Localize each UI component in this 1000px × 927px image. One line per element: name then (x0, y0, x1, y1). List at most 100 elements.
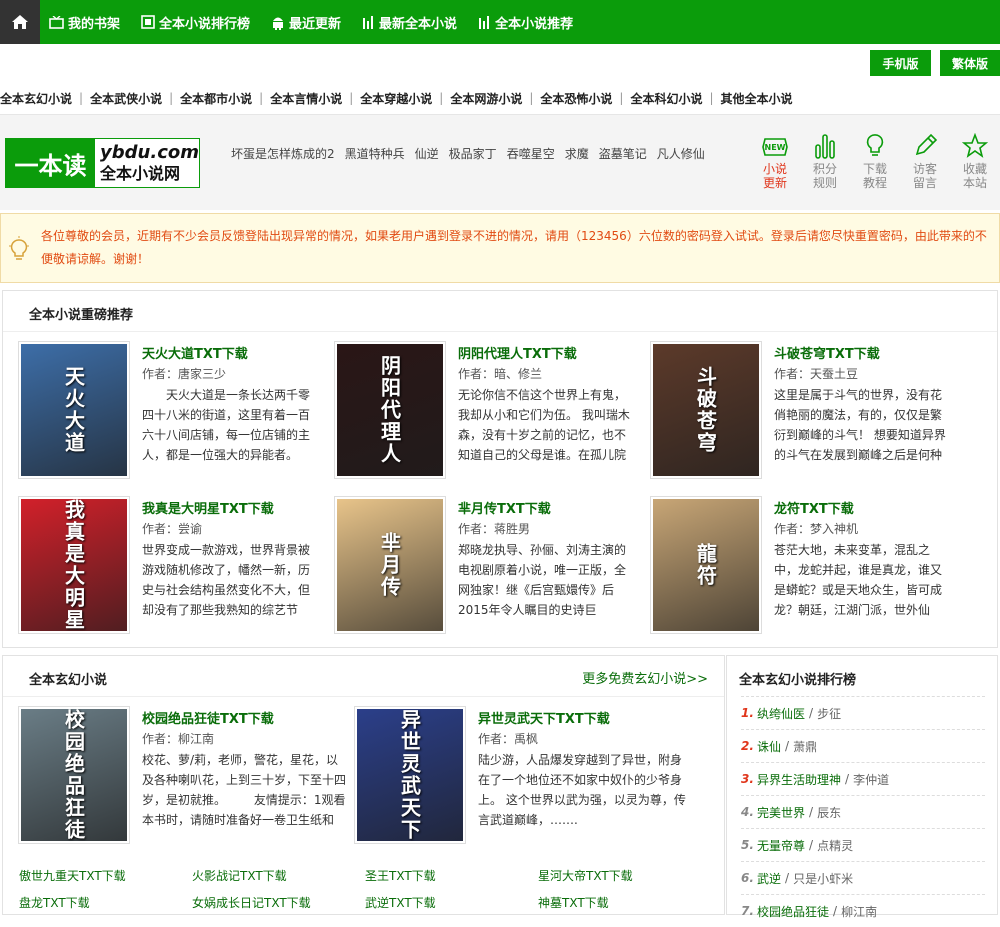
bars-icon (478, 15, 491, 29)
category-separator: | (259, 91, 264, 105)
quick-link-label: 收藏 (962, 162, 987, 176)
rank-number: 7. (741, 904, 754, 918)
nav-latest-complete[interactable]: 最新全本小说 (362, 13, 457, 32)
rank-title[interactable]: 无量帝尊 (757, 837, 805, 854)
category-link[interactable]: 全本网游小说 (450, 90, 522, 107)
book-title[interactable]: 我真是大明星TXT下载 (142, 498, 274, 517)
hot-link[interactable]: 仙逆 (415, 145, 439, 162)
rank-title[interactable]: 诛仙 (757, 738, 781, 755)
ranking-item[interactable]: 7. 校园绝品狂徒 / 柳江南 (741, 894, 985, 927)
category-link[interactable]: 全本言情小说 (270, 90, 342, 107)
book-title[interactable]: 阴阳代理人TXT下载 (458, 343, 577, 362)
cover-art-lettering: 我真是大明星 (61, 499, 86, 631)
cover-image: 芈月传 (337, 499, 443, 631)
book-cover[interactable]: 校园绝品狂徒 (18, 706, 130, 844)
book-title[interactable]: 校园绝品狂徒TXT下载 (142, 708, 274, 727)
book-title[interactable]: 天火大道TXT下载 (142, 343, 248, 362)
quick-link-label: 下载 (862, 162, 887, 176)
film-icon (141, 15, 155, 29)
nav-recent-updates[interactable]: 最近更新 (271, 13, 341, 32)
book-cover[interactable]: 我真是大明星 (18, 496, 130, 634)
rank-title[interactable]: 纨绔仙医 (757, 705, 805, 722)
book-author: 作者：蒋胜男 (458, 522, 531, 536)
book-link[interactable]: 傲世九重天TXT下载 (19, 867, 126, 884)
category-link[interactable]: 全本穿越小说 (360, 90, 432, 107)
quick-link-download-guide[interactable]: 下载 教程 (855, 129, 895, 190)
quick-link-points-rules[interactable]: 积分 规则 (805, 129, 845, 190)
ranking-item[interactable]: 2. 诛仙 / 萧鼎 (741, 729, 985, 762)
category-link[interactable]: 全本恐怖小说 (540, 90, 612, 107)
quick-link-label: 小说 (762, 162, 787, 176)
ranking-item[interactable]: 5. 无量帝尊 / 点精灵 (741, 828, 985, 861)
ranking-item[interactable]: 1. 纨绔仙医 / 步征 (741, 696, 985, 729)
book-link[interactable]: 女娲成长日记TXT下载 (192, 894, 311, 911)
rank-title[interactable]: 完美世界 (757, 804, 805, 821)
xuanhuan-panel: 全本玄幻小说 更多免费玄幻小说>> 校园绝品狂徒 校园绝品狂徒TXT下载 作者：… (2, 655, 725, 915)
rank-author: 只是小虾米 (793, 871, 854, 886)
book-title[interactable]: 斗破苍穹TXT下载 (774, 343, 880, 362)
version-bar: 手机版 繁体版 (0, 44, 1000, 84)
divider (3, 331, 997, 332)
pencil-icon (915, 133, 938, 156)
mobile-version-button[interactable]: 手机版 (870, 50, 931, 76)
quick-link-bookmark-site[interactable]: 收藏 本站 (955, 129, 995, 190)
book-title[interactable]: 芈月传TXT下载 (458, 498, 551, 517)
category-link[interactable]: 全本科幻小说 (630, 90, 702, 107)
nav-recommend[interactable]: 全本小说推荐 (478, 13, 573, 32)
book-cover[interactable]: 芈月传 (334, 496, 446, 634)
hot-link[interactable]: 黑道特种兵 (345, 145, 405, 162)
book-title[interactable]: 龙符TXT下载 (774, 498, 854, 517)
rank-number: 3. (741, 772, 754, 786)
rank-title[interactable]: 异界生活助理神 (757, 771, 841, 788)
lightbulb-icon (9, 236, 29, 260)
new-badge-icon: NEW (762, 138, 788, 156)
rank-author: 点精灵 (817, 838, 854, 853)
rank-title[interactable]: 武逆 (757, 870, 781, 887)
cover-art-lettering: 斗破苍穹 (693, 366, 718, 454)
book-link[interactable]: 神墓TXT下载 (538, 894, 609, 911)
rank-separator: / (833, 904, 838, 918)
book-link[interactable]: 盘龙TXT下载 (19, 894, 90, 911)
category-link[interactable]: 其他全本小说 (721, 90, 793, 107)
hot-link[interactable]: 求魔 (565, 145, 589, 162)
divider (3, 696, 724, 697)
quick-link-guestbook[interactable]: 访客 留言 (905, 129, 945, 190)
book-link[interactable]: 武逆TXT下载 (365, 894, 436, 911)
book-author: 作者：梦入神机 (774, 522, 859, 536)
hot-link[interactable]: 凡人修仙 (657, 145, 705, 162)
category-separator: | (349, 91, 354, 105)
book-cover[interactable]: 斗破苍穹 (650, 341, 762, 479)
book-cover[interactable]: 异世灵武天下 (354, 706, 466, 844)
book-cover[interactable]: 龍符 (650, 496, 762, 634)
more-xuanhuan-link[interactable]: 更多免费玄幻小说>> (582, 668, 708, 687)
rank-number: 1. (741, 706, 754, 720)
book-author: 作者：天蚕土豆 (774, 367, 859, 381)
book-cover[interactable]: 天火大道 (18, 341, 130, 479)
ranking-item[interactable]: 3. 异界生活助理神 / 李仲道 (741, 762, 985, 795)
hot-link[interactable]: 极品家丁 (449, 145, 497, 162)
category-link[interactable]: 全本都市小说 (180, 90, 252, 107)
ranking-item[interactable]: 6. 武逆 / 只是小虾米 (741, 861, 985, 894)
traditional-chinese-button[interactable]: 繁体版 (940, 50, 1000, 76)
category-link[interactable]: 全本武侠小说 (90, 90, 162, 107)
book-link[interactable]: 火影战记TXT下载 (192, 867, 287, 884)
hot-link[interactable]: 盗墓笔记 (599, 145, 647, 162)
book-desc: 陆少游，人品爆发穿越到了异世，附身在了一个地位还不如家中奴仆的少爷身上。 这个世… (478, 753, 686, 827)
home-button[interactable] (0, 0, 40, 44)
book-link[interactable]: 星河大帝TXT下载 (538, 867, 633, 884)
category-bar: 全本玄幻小说 | 全本武侠小说 | 全本都市小说 | 全本言情小说 | 全本穿越小说 | … (0, 84, 1000, 112)
rank-title[interactable]: 校园绝品狂徒 (757, 903, 829, 920)
book-link[interactable]: 圣王TXT下载 (365, 867, 436, 884)
nav-ranking[interactable]: 全本小说排行榜 (141, 13, 250, 32)
quick-link-novel-updates[interactable]: NEW 小说 更新 (755, 129, 795, 190)
book-cover[interactable]: 阴阳代理人 (334, 341, 446, 479)
category-link[interactable]: 全本玄幻小说 (0, 90, 72, 107)
hot-link[interactable]: 吞噬星空 (507, 145, 555, 162)
site-logo[interactable]: 一本读 ybdu.com 全本小说网 (5, 138, 200, 188)
hot-link[interactable]: 坏蛋是怎样炼成的2 (231, 145, 335, 162)
book-title[interactable]: 异世灵武天下TXT下载 (478, 708, 610, 727)
cover-art-lettering: 天火大道 (61, 366, 86, 454)
nav-bookshelf[interactable]: 我的书架 (49, 13, 120, 32)
ranking-item[interactable]: 4. 完美世界 / 辰东 (741, 795, 985, 828)
book-desc: 校花、萝/莉，老师，警花，星花，以及各种喇叭花，上到三十岁，下至十四岁，是初就推… (142, 753, 347, 827)
